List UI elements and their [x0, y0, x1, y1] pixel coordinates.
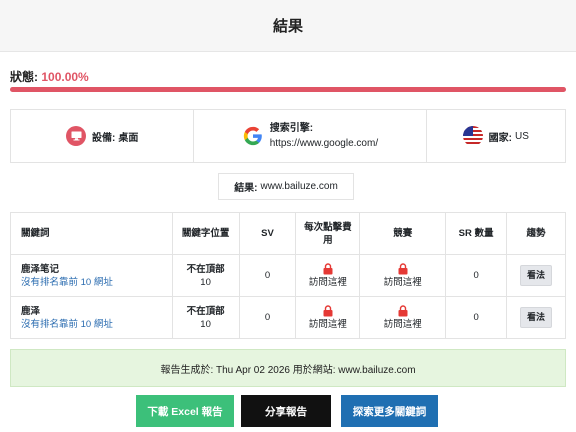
device-value: 桌面 — [118, 132, 139, 144]
keyword-note: 沒有排名靠前 10 網址 — [21, 318, 113, 330]
col-sv: SV — [238, 212, 297, 255]
google-icon — [242, 125, 264, 147]
device-label: 設備: — [92, 132, 116, 144]
col-competition: 競賽 — [359, 212, 447, 255]
position-num: 10 — [200, 318, 211, 330]
cpc-link[interactable]: 訪問這裡 — [309, 319, 347, 330]
competition-link[interactable]: 訪問這裡 — [384, 319, 422, 330]
col-cpc: 每次點擊費用 — [295, 212, 361, 255]
position-cell: 不在頂部 10 — [171, 296, 240, 339]
trend-cell: 看法 — [506, 254, 566, 297]
competition-cell[interactable]: 訪問這裡 — [359, 254, 447, 297]
us-flag-icon — [462, 126, 483, 146]
col-position: 關鍵字位置 — [171, 212, 240, 255]
keyword-note: 沒有排名靠前 10 網址 — [21, 276, 113, 288]
lock-icon — [323, 262, 333, 274]
table-header-row: 關鍵詞 關鍵字位置 SV 每次點擊費用 競賽 SR 數量 趨勢 — [10, 212, 566, 255]
engine-cell: 搜索引擎: https://www.google.com/ — [194, 110, 427, 162]
lock-icon — [323, 304, 333, 316]
engine-value: https://www.google.com/ — [269, 138, 379, 149]
progress-bar — [10, 87, 566, 92]
trend-cell: 看法 — [506, 296, 566, 339]
sr-cell: 0 — [445, 296, 508, 339]
sv-cell: 0 — [238, 296, 297, 339]
country-label: 國家: — [488, 132, 512, 144]
report-banner: 報告生成於: Thu Apr 02 2026 用於網站: www.bailuze… — [10, 349, 566, 387]
table-row: 鹿泽 沒有排名靠前 10 網址 不在頂部 10 0 訪問這裡 訪問這裡 0 看法 — [10, 296, 566, 339]
keyword-name: 鹿泽笔记 — [21, 263, 60, 275]
position-top: 不在頂部 — [186, 263, 225, 275]
keyword-cell: 鹿泽 沒有排名靠前 10 網址 — [10, 296, 173, 339]
keyword-cell: 鹿泽笔记 沒有排名靠前 10 網址 — [10, 254, 173, 297]
position-cell: 不在頂部 10 — [171, 254, 240, 297]
report-text: 報告生成於: Thu Apr 02 2026 用於網站: www.bailuze… — [160, 364, 416, 376]
engine-label: 搜索引擎: — [269, 123, 314, 134]
result-header: 結果 — [0, 0, 576, 52]
table-row: 鹿泽笔记 沒有排名靠前 10 網址 不在頂部 10 0 訪問這裡 訪問這裡 0 … — [10, 254, 566, 297]
status-value: 100.00% — [41, 70, 89, 84]
cpc-cell[interactable]: 訪問這裡 — [295, 254, 361, 297]
lock-icon — [398, 262, 408, 274]
lock-icon — [398, 304, 408, 316]
download-excel-button[interactable]: 下載 Excel 報告 — [136, 395, 234, 427]
site-label: 結果: — [234, 183, 258, 194]
col-sr: SR 數量 — [445, 212, 508, 255]
sv-cell: 0 — [238, 254, 297, 297]
cpc-cell[interactable]: 訪問這裡 — [295, 296, 361, 339]
desktop-icon — [66, 126, 86, 146]
device-cell: 設備: 桌面 — [11, 110, 195, 162]
status-label: 狀態: — [10, 70, 38, 84]
position-num: 10 — [200, 276, 211, 288]
position-top: 不在頂部 — [186, 305, 225, 317]
site-box: 結果: www.bailuze.com — [218, 173, 354, 200]
country-cell: 國家: US — [427, 110, 566, 162]
col-keyword: 關鍵詞 — [10, 212, 173, 255]
status-line: 狀態: 100.00% — [10, 68, 89, 85]
site-value: www.bailuze.com — [260, 181, 338, 192]
progress-fill — [10, 87, 566, 92]
sr-cell: 0 — [445, 254, 508, 297]
competition-link[interactable]: 訪問這裡 — [384, 277, 422, 288]
view-trend-button[interactable]: 看法 — [520, 265, 553, 286]
page-title: 結果 — [272, 18, 303, 35]
cpc-link[interactable]: 訪問這裡 — [309, 277, 347, 288]
keyword-name: 鹿泽 — [21, 305, 41, 317]
info-panel: 設備: 桌面 搜索引擎: https://www.google.com/ 國家:… — [10, 109, 566, 163]
competition-cell[interactable]: 訪問這裡 — [359, 296, 447, 339]
keyword-table: 關鍵詞 關鍵字位置 SV 每次點擊費用 競賽 SR 數量 趨勢 鹿泽笔记 沒有排… — [10, 212, 566, 339]
share-report-button[interactable]: 分享報告 — [241, 395, 331, 427]
explore-keywords-button[interactable]: 探索更多關鍵詞 — [341, 395, 438, 427]
col-trend: 趨勢 — [506, 212, 566, 255]
country-value: US — [514, 130, 529, 142]
view-trend-button[interactable]: 看法 — [520, 307, 553, 328]
